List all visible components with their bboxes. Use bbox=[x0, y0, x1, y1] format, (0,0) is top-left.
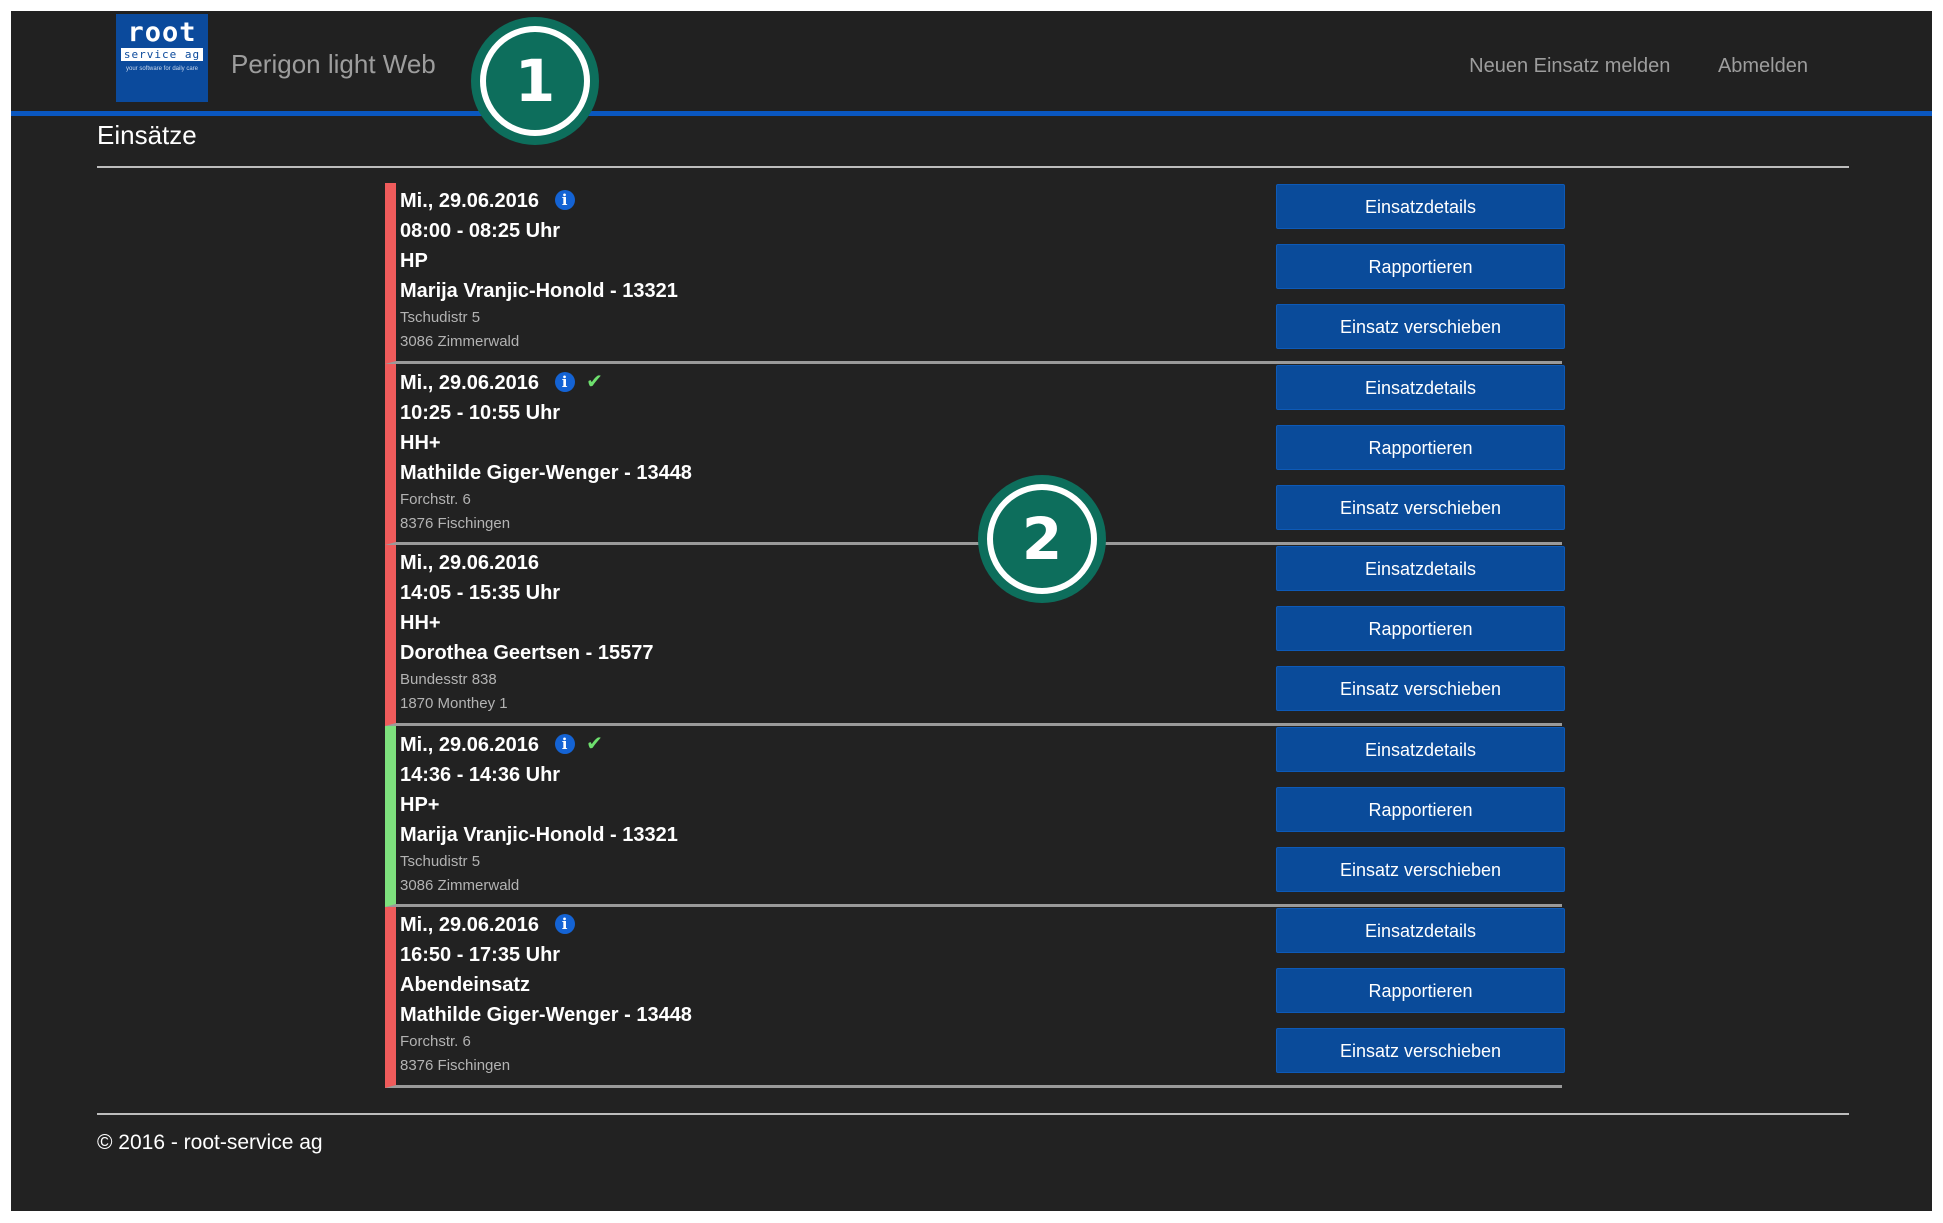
assignment-city: 3086 Zimmerwald bbox=[400, 333, 520, 350]
assignment-street: Forchstr. 6 bbox=[400, 491, 471, 508]
assignment-actions: Einsatzdetails Rapportieren Einsatz vers… bbox=[1276, 365, 1565, 545]
assignment-type: HP+ bbox=[400, 794, 440, 816]
assignment-client: Mathilde Giger-Wenger - 13448 bbox=[400, 1004, 692, 1026]
nav-links: Neuen Einsatz melden Abmelden bbox=[1427, 55, 1808, 78]
callout-number: 1 bbox=[480, 26, 590, 136]
info-icon[interactable]: i bbox=[554, 190, 575, 210]
app-window: root service ag your software for daily … bbox=[11, 11, 1932, 1211]
assignment-info: Mi., 29.06.2016 i 16:50 - 17:35 Uhr Aben… bbox=[400, 910, 692, 1078]
logo-line-service: service ag bbox=[121, 48, 203, 61]
nav-link-logout[interactable]: Abmelden bbox=[1718, 55, 1808, 77]
assignment-type: HH+ bbox=[400, 432, 441, 454]
assignment-client: Marija Vranjic-Honold - 13321 bbox=[400, 280, 678, 302]
report-button[interactable]: Rapportieren bbox=[1276, 606, 1565, 651]
assignment-actions: Einsatzdetails Rapportieren Einsatz vers… bbox=[1276, 184, 1565, 364]
root-service-logo[interactable]: root service ag your software for daily … bbox=[116, 14, 208, 102]
footer-copyright: © 2016 - root-service ag bbox=[97, 1131, 323, 1154]
logo-line-root: root bbox=[127, 17, 197, 48]
move-assignment-button[interactable]: Einsatz verschieben bbox=[1276, 304, 1565, 349]
assignment-type: HH+ bbox=[400, 612, 441, 634]
info-icon[interactable]: i bbox=[554, 734, 575, 754]
divider-bottom bbox=[97, 1113, 1849, 1115]
assignment-time: 10:25 - 10:55 Uhr bbox=[400, 402, 561, 424]
assignment-item: Mi., 29.06.2016 14:05 - 15:35 Uhr HH+ Do… bbox=[385, 545, 1565, 726]
assignment-time: 14:36 - 14:36 Uhr bbox=[400, 764, 561, 786]
details-button[interactable]: Einsatzdetails bbox=[1276, 546, 1565, 591]
assignment-city: 8376 Fischingen bbox=[400, 515, 511, 532]
details-button[interactable]: Einsatzdetails bbox=[1276, 184, 1565, 229]
assignment-type: Abendeinsatz bbox=[400, 974, 531, 996]
assignment-time: 16:50 - 17:35 Uhr bbox=[400, 944, 561, 966]
info-icon[interactable]: i bbox=[554, 914, 575, 934]
assignment-date: Mi., 29.06.2016 bbox=[400, 914, 539, 936]
report-button[interactable]: Rapportieren bbox=[1276, 787, 1565, 832]
assignment-street: Bundesstr 838 bbox=[400, 671, 497, 688]
report-button[interactable]: Rapportieren bbox=[1276, 425, 1565, 470]
details-button[interactable]: Einsatzdetails bbox=[1276, 365, 1565, 410]
assignment-item: Mi., 29.06.2016 i ✔ 14:36 - 14:36 Uhr HP… bbox=[385, 726, 1565, 907]
assignment-time: 14:05 - 15:35 Uhr bbox=[400, 582, 561, 604]
assignment-street: Tschudistr 5 bbox=[400, 309, 481, 326]
assignment-date-line: Mi., 29.06.2016 i ✔ bbox=[400, 367, 692, 398]
report-button[interactable]: Rapportieren bbox=[1276, 244, 1565, 289]
assignment-date-line: Mi., 29.06.2016 i bbox=[400, 186, 678, 216]
assignment-client: Dorothea Geertsen - 15577 bbox=[400, 642, 654, 664]
move-assignment-button[interactable]: Einsatz verschieben bbox=[1276, 485, 1565, 530]
assignment-client: Marija Vranjic-Honold - 13321 bbox=[400, 824, 678, 846]
assignment-date-line: Mi., 29.06.2016 i ✔ bbox=[400, 729, 678, 760]
assignment-info: Mi., 29.06.2016 14:05 - 15:35 Uhr HH+ Do… bbox=[400, 548, 653, 716]
assignment-actions: Einsatzdetails Rapportieren Einsatz vers… bbox=[1276, 727, 1565, 907]
assignment-city: 3086 Zimmerwald bbox=[400, 877, 520, 894]
checkmark-icon: ✔ bbox=[586, 371, 603, 393]
assignment-info: Mi., 29.06.2016 i ✔ 14:36 - 14:36 Uhr HP… bbox=[400, 729, 678, 898]
callout-number: 2 bbox=[987, 484, 1097, 594]
assignment-info: Mi., 29.06.2016 i 08:00 - 08:25 Uhr HP M… bbox=[400, 186, 678, 354]
move-assignment-button[interactable]: Einsatz verschieben bbox=[1276, 666, 1565, 711]
details-button[interactable]: Einsatzdetails bbox=[1276, 908, 1565, 953]
assignment-type: HP bbox=[400, 250, 428, 272]
logo-line-tagline: your software for daily care bbox=[125, 66, 199, 72]
assignment-date-line: Mi., 29.06.2016 bbox=[400, 548, 653, 578]
move-assignment-button[interactable]: Einsatz verschieben bbox=[1276, 1028, 1565, 1073]
assignment-date-line: Mi., 29.06.2016 i bbox=[400, 910, 692, 940]
navbar: root service ag your software for daily … bbox=[11, 11, 1932, 116]
checkmark-icon: ✔ bbox=[586, 733, 603, 755]
assignment-city: 1870 Monthey 1 bbox=[400, 695, 508, 712]
assignment-city: 8376 Fischingen bbox=[400, 1057, 511, 1074]
details-button[interactable]: Einsatzdetails bbox=[1276, 727, 1565, 772]
assignment-actions: Einsatzdetails Rapportieren Einsatz vers… bbox=[1276, 546, 1565, 726]
assignment-item: Mi., 29.06.2016 i ✔ 10:25 - 10:55 Uhr HH… bbox=[385, 364, 1565, 545]
assignment-date: Mi., 29.06.2016 bbox=[400, 190, 539, 212]
divider-top bbox=[97, 166, 1849, 168]
assignment-item: Mi., 29.06.2016 i 16:50 - 17:35 Uhr Aben… bbox=[385, 907, 1565, 1088]
callout-marker-1: 1 bbox=[471, 17, 599, 145]
callout-marker-2: 2 bbox=[978, 475, 1106, 603]
assignment-date: Mi., 29.06.2016 bbox=[400, 552, 539, 574]
assignment-item: Mi., 29.06.2016 i 08:00 - 08:25 Uhr HP M… bbox=[385, 183, 1565, 364]
assignment-time: 08:00 - 08:25 Uhr bbox=[400, 220, 561, 242]
assignment-street: Tschudistr 5 bbox=[400, 853, 481, 870]
info-icon[interactable]: i bbox=[554, 372, 575, 392]
assignment-actions: Einsatzdetails Rapportieren Einsatz vers… bbox=[1276, 908, 1565, 1088]
move-assignment-button[interactable]: Einsatz verschieben bbox=[1276, 847, 1565, 892]
assignment-street: Forchstr. 6 bbox=[400, 1033, 471, 1050]
report-button[interactable]: Rapportieren bbox=[1276, 968, 1565, 1013]
assignment-date: Mi., 29.06.2016 bbox=[400, 734, 539, 756]
page-title: Einsätze bbox=[97, 120, 197, 150]
assignment-list: Mi., 29.06.2016 i 08:00 - 08:25 Uhr HP M… bbox=[385, 183, 1565, 1088]
brand-title[interactable]: Perigon light Web bbox=[231, 49, 436, 80]
assignment-info: Mi., 29.06.2016 i ✔ 10:25 - 10:55 Uhr HH… bbox=[400, 367, 692, 536]
assignment-date: Mi., 29.06.2016 bbox=[400, 372, 539, 394]
assignment-client: Mathilde Giger-Wenger - 13448 bbox=[400, 462, 692, 484]
nav-link-new-assignment[interactable]: Neuen Einsatz melden bbox=[1469, 55, 1670, 77]
